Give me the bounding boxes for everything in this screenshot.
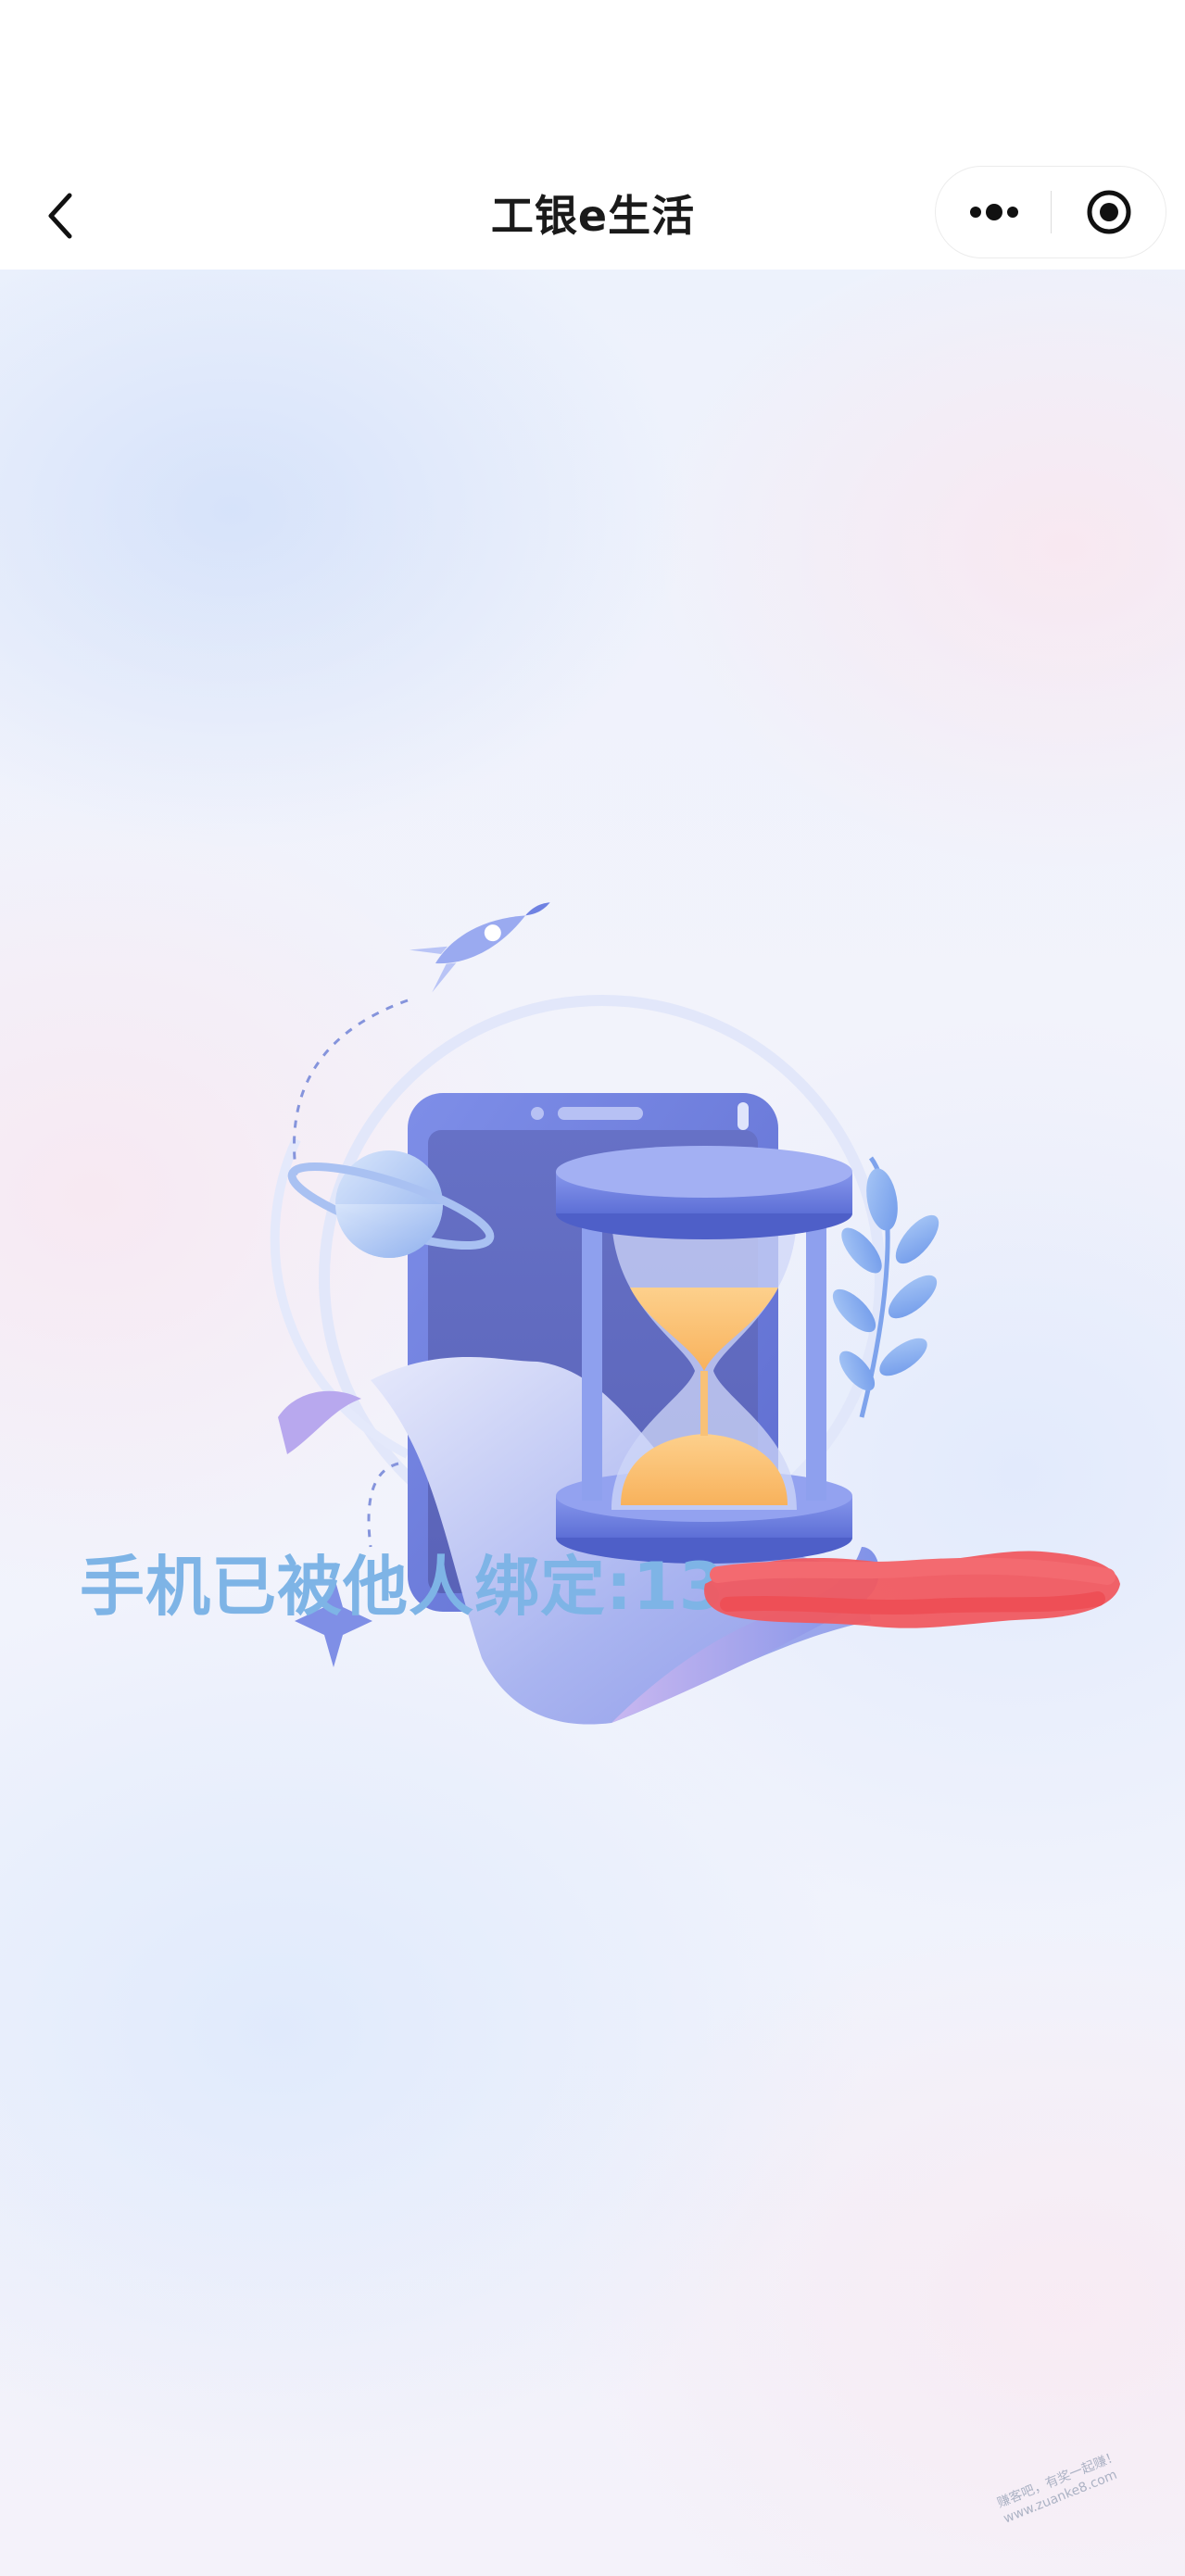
more-button[interactable] <box>936 167 1052 258</box>
close-miniprogram-button[interactable] <box>1052 167 1166 258</box>
nav-bar: 工银e生活 <box>0 162 1185 270</box>
target-close-icon <box>1087 190 1131 234</box>
back-button[interactable] <box>28 181 93 251</box>
mini-program-capsule <box>935 166 1166 258</box>
more-dots-icon <box>969 204 1018 220</box>
hourglass-illustration <box>556 1146 852 1564</box>
rocket-illustration <box>409 902 550 993</box>
chevron-left-icon <box>48 193 72 239</box>
status-bar-area <box>0 0 1185 162</box>
message-text: 手机已被他人绑定: <box>80 1549 633 1625</box>
phone-number-partial: 13 <box>633 1549 725 1625</box>
binding-error-message: 手机已被他人绑定:13 <box>80 1527 1145 1647</box>
page-title: 工银e生活 <box>490 191 696 241</box>
